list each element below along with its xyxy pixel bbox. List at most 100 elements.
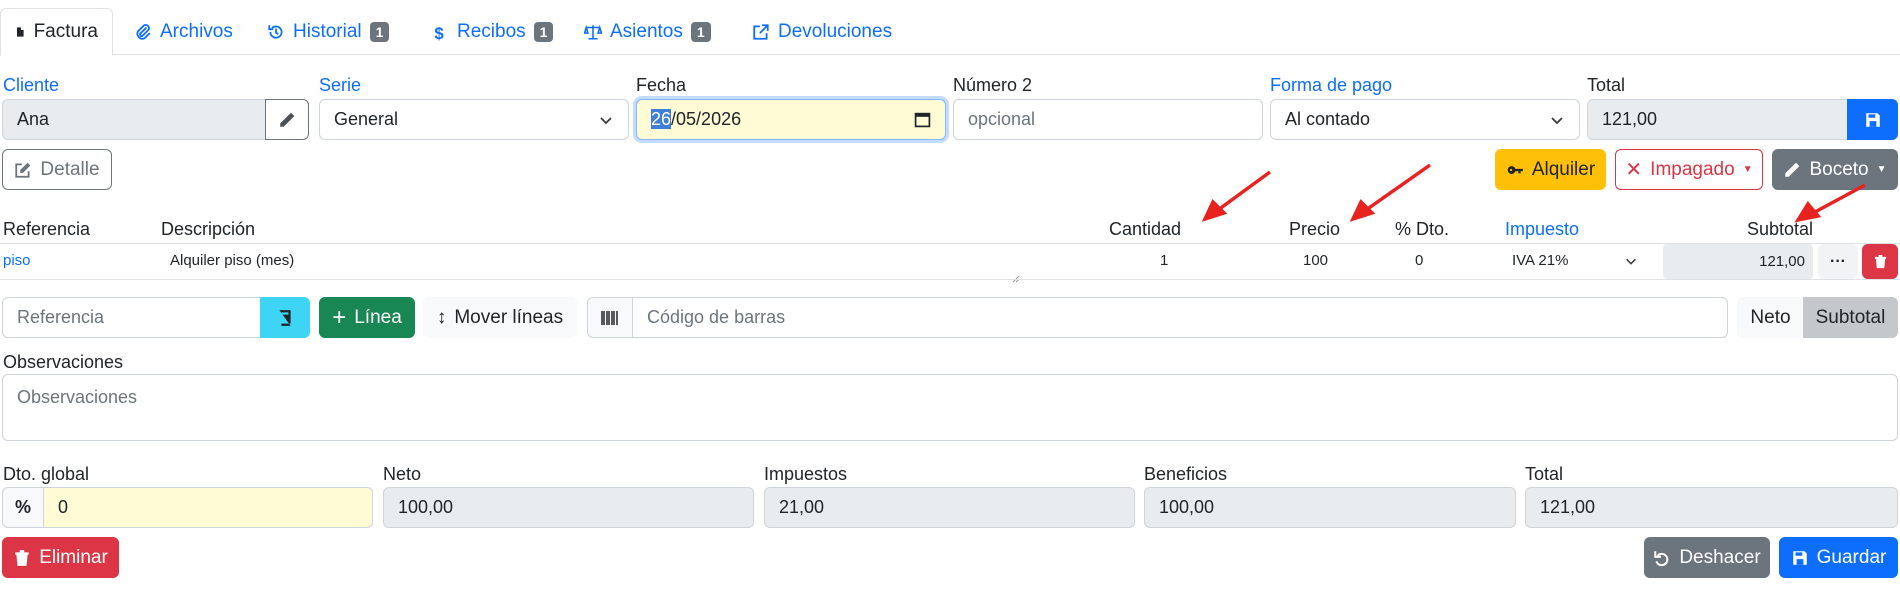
eliminar-button[interactable]: Eliminar bbox=[2, 537, 119, 578]
edit-square-icon bbox=[15, 162, 31, 178]
detalle-button[interactable]: Detalle bbox=[2, 149, 112, 190]
edit-cliente-button[interactable] bbox=[265, 99, 309, 140]
totals-total-label: Total bbox=[1525, 464, 1564, 484]
save-header-button[interactable] bbox=[1847, 99, 1898, 140]
trash-icon bbox=[15, 549, 29, 566]
row-descripcion[interactable]: Alquiler piso (mes) bbox=[170, 252, 294, 269]
totals-total-value: 121,00 bbox=[1540, 497, 1596, 517]
forma-pago-select[interactable]: Al contado bbox=[1270, 99, 1580, 140]
fecha-label: Fecha bbox=[636, 75, 687, 95]
dto-global-value: 0 bbox=[58, 497, 69, 517]
guardar-button[interactable]: Guardar bbox=[1779, 537, 1898, 578]
row-impuesto[interactable]: IVA 21% bbox=[1512, 252, 1568, 269]
alquiler-button[interactable]: Alquiler bbox=[1495, 149, 1606, 190]
subtotal-toggle-label: Subtotal bbox=[1815, 306, 1886, 328]
tab-label: Asientos bbox=[610, 20, 683, 42]
cliente-field[interactable]: Ana bbox=[2, 99, 266, 140]
guardar-label: Guardar bbox=[1816, 546, 1887, 568]
col-referencia: Referencia bbox=[3, 219, 91, 239]
numero2-input[interactable]: opcional bbox=[953, 99, 1263, 140]
forma-pago-value: Al contado bbox=[1285, 109, 1371, 129]
row-more-button[interactable]: ··· bbox=[1818, 244, 1858, 279]
chevron-down-icon[interactable] bbox=[1624, 254, 1638, 268]
catalog-button[interactable] bbox=[260, 297, 310, 338]
serie-select[interactable]: General bbox=[319, 99, 629, 140]
neto-field: 100,00 bbox=[383, 487, 754, 528]
row-delete-button[interactable] bbox=[1862, 244, 1898, 279]
balance-scale-icon bbox=[584, 24, 602, 40]
col-precio: Precio bbox=[1289, 219, 1341, 239]
caret-down-icon: ▼ bbox=[1876, 164, 1887, 175]
deshacer-button[interactable]: Deshacer bbox=[1644, 537, 1770, 578]
calendar-icon[interactable] bbox=[914, 111, 931, 128]
observaciones-label: Observaciones bbox=[3, 352, 124, 372]
count-badge: 1 bbox=[369, 21, 390, 42]
boceto-dropdown-button[interactable]: Boceto ▼ bbox=[1772, 149, 1898, 190]
cliente-label[interactable]: Cliente bbox=[3, 75, 59, 96]
count-badge: 1 bbox=[533, 21, 554, 42]
plus-icon: + bbox=[332, 303, 347, 331]
neto-toggle[interactable]: Neto bbox=[1737, 297, 1804, 338]
tab-factura[interactable]: Factura bbox=[0, 8, 113, 56]
key-icon bbox=[1507, 165, 1523, 174]
count-badge: 1 bbox=[690, 21, 711, 42]
impuestos-label: Impuestos bbox=[764, 464, 848, 484]
pencil-icon bbox=[280, 112, 295, 127]
tab-recibos[interactable]: $ Recibos 1 bbox=[417, 8, 567, 55]
referencia-input[interactable]: Referencia bbox=[2, 297, 262, 338]
caret-down-icon: ▼ bbox=[1742, 164, 1753, 175]
fecha-day-selected: 26 bbox=[651, 109, 672, 129]
tab-label: Devoluciones bbox=[778, 20, 893, 42]
resize-handle-icon[interactable] bbox=[1010, 267, 1020, 283]
tab-label: Historial bbox=[293, 20, 362, 42]
percent-addon: % bbox=[2, 487, 44, 528]
serie-label[interactable]: Serie bbox=[319, 75, 361, 96]
pencil-icon bbox=[1785, 162, 1800, 177]
barcode-addon bbox=[587, 297, 633, 338]
chevron-down-icon bbox=[1551, 116, 1563, 124]
fecha-rest: /05/2026 bbox=[671, 109, 742, 129]
deshacer-label: Deshacer bbox=[1679, 546, 1761, 568]
subtotal-toggle[interactable]: Subtotal bbox=[1803, 297, 1898, 338]
arrow-precio-line bbox=[1364, 163, 1432, 212]
totals-total-field: 121,00 bbox=[1525, 487, 1898, 528]
boceto-label: Boceto bbox=[1809, 158, 1869, 180]
tab-archivos[interactable]: Archivos bbox=[120, 8, 247, 55]
total-label: Total bbox=[1587, 75, 1626, 95]
fecha-input[interactable]: 26/05/2026 bbox=[636, 99, 946, 140]
neto-label: Neto bbox=[383, 464, 422, 484]
barcode-input[interactable]: Código de barras bbox=[632, 297, 1728, 338]
tab-label: Archivos bbox=[160, 20, 233, 42]
serie-value: General bbox=[334, 109, 399, 129]
trash-icon bbox=[1874, 254, 1886, 269]
arrow-subtotal-head bbox=[1794, 201, 1822, 223]
arrows-vertical-icon: ↕ bbox=[436, 306, 447, 328]
beneficios-label: Beneficios bbox=[1144, 464, 1228, 484]
row-referencia[interactable]: piso bbox=[3, 252, 31, 269]
floppy-disk-icon bbox=[1865, 112, 1880, 127]
tab-asientos[interactable]: Asientos 1 bbox=[570, 8, 725, 55]
eliminar-label: Eliminar bbox=[39, 546, 108, 568]
detalle-label: Detalle bbox=[40, 158, 100, 180]
tab-devoluciones[interactable]: Devoluciones bbox=[738, 8, 906, 55]
row-cantidad[interactable]: 1 bbox=[1160, 252, 1168, 269]
impagado-dropdown-button[interactable]: ✕ Impagado ▼ bbox=[1615, 149, 1763, 190]
forma-pago-label[interactable]: Forma de pago bbox=[1270, 75, 1392, 96]
neto-value: 100,00 bbox=[398, 497, 454, 517]
paperclip-icon bbox=[136, 23, 151, 40]
dto-global-input[interactable]: 0 bbox=[43, 487, 373, 528]
book-icon bbox=[279, 309, 291, 326]
row-precio[interactable]: 100 bbox=[1303, 252, 1328, 269]
add-line-label: Línea bbox=[354, 306, 402, 328]
neto-toggle-label: Neto bbox=[1750, 306, 1791, 328]
col-impuesto[interactable]: Impuesto bbox=[1505, 219, 1579, 240]
move-lines-button[interactable]: ↕ Mover líneas bbox=[423, 297, 577, 338]
arrow-cantidad-line bbox=[1216, 170, 1272, 212]
observaciones-textarea[interactable]: Observaciones bbox=[2, 374, 1898, 441]
add-line-button[interactable]: + Línea bbox=[319, 297, 415, 338]
tab-historial[interactable]: Historial 1 bbox=[253, 8, 403, 55]
tab-label: Factura bbox=[33, 21, 98, 42]
referencia-placeholder: Referencia bbox=[17, 307, 105, 327]
row-dto[interactable]: 0 bbox=[1415, 252, 1423, 269]
history-icon bbox=[268, 24, 283, 39]
